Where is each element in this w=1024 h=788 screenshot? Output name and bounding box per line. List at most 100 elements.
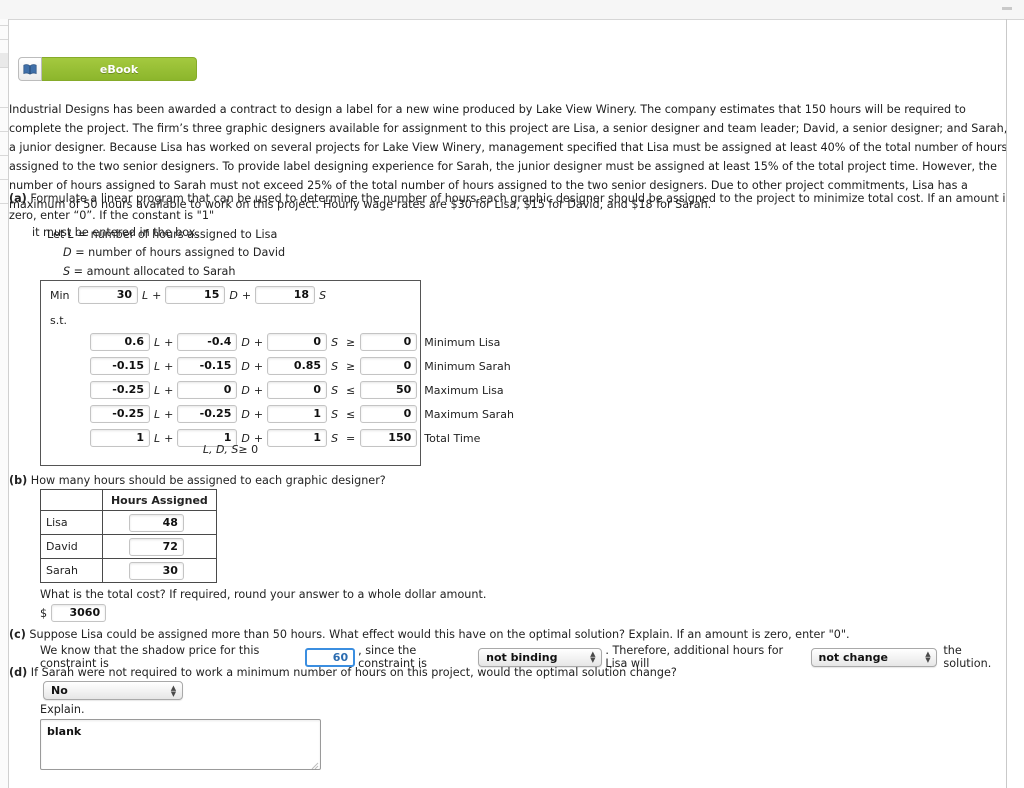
c2-var-L: L xyxy=(154,383,161,397)
c1-coef-S-input[interactable]: 0.85 xyxy=(267,357,328,375)
variable-L: L xyxy=(67,228,75,241)
variable-S: S xyxy=(63,264,71,278)
c0-var-S: S xyxy=(331,335,339,349)
c2-name: Maximum Lisa xyxy=(424,383,504,397)
variable-D: D xyxy=(63,246,72,260)
explain-textarea[interactable]: blank xyxy=(40,719,321,770)
resize-grip-icon[interactable] xyxy=(310,761,319,770)
left-collapsed-rail[interactable] xyxy=(0,19,9,788)
effect-select-value: not change xyxy=(818,650,888,664)
definition-sarah: S = amount allocated to Sarah xyxy=(63,263,285,281)
c1-var-L: L xyxy=(154,359,161,373)
optimal-change-select[interactable]: No ▲ ▼ xyxy=(43,681,183,700)
c3-name: Maximum Sarah xyxy=(424,407,514,421)
definition-lisa-text: = number of hours assigned to Lisa xyxy=(77,228,278,241)
part-c-text: Suppose Lisa could be assigned more than… xyxy=(29,628,850,641)
select-arrows-icon: ▲ ▼ xyxy=(925,650,931,664)
c3-coef-S-input[interactable]: 1 xyxy=(267,405,328,423)
c0-op-2: + xyxy=(253,335,264,349)
objective-var-D: D xyxy=(229,288,238,302)
select-arrows-icon: ▲ ▼ xyxy=(590,650,596,664)
lp-constraint-row: -0.25 L + 0 D + 0 S ≤ 50 Maximum Lisa xyxy=(90,381,504,399)
hours-table-header: Hours Assigned xyxy=(101,489,217,511)
row-label-sarah: Sarah xyxy=(40,558,103,583)
lp-constraint-row: 0.6 L + -0.4 D + 0 S ≥ 0 Minimum Lisa xyxy=(90,333,500,351)
objective-var-S: S xyxy=(319,288,327,302)
part-d-label: (d) xyxy=(9,666,28,679)
c0-coef-S-input[interactable]: 0 xyxy=(267,333,328,351)
c3-rhs-input[interactable]: 0 xyxy=(360,405,418,423)
c3-var-S: S xyxy=(331,407,339,421)
definition-david: D = number of hours assigned to David xyxy=(63,244,285,262)
lp-constraint-row: -0.25 L + -0.25 D + 1 S ≤ 0 Maximum Sara… xyxy=(90,405,514,423)
definition-lisa: Let L = number of hours assigned to Lisa xyxy=(47,226,285,244)
hours-input-lisa[interactable]: 48 xyxy=(128,513,184,532)
c2-op-2: + xyxy=(253,383,264,397)
row-label-david: David xyxy=(40,534,103,559)
table-header-row: Hours Assigned xyxy=(40,489,217,511)
scroll-handle-indicator[interactable] xyxy=(1002,7,1012,10)
lp-constraint-row: -0.15 L + -0.15 D + 0.85 S ≥ 0 Minimum S… xyxy=(90,357,511,375)
row-value-sarah-cell: 30 xyxy=(101,558,217,583)
objective-coef-L-input[interactable]: 30 xyxy=(78,286,138,304)
ebook-button-group[interactable]: eBook xyxy=(18,57,197,81)
c2-coef-L-input[interactable]: -0.25 xyxy=(90,381,150,399)
hours-input-david[interactable]: 72 xyxy=(128,537,184,556)
c2-coef-S-input[interactable]: 0 xyxy=(267,381,328,399)
linear-program-box: Min 30 L + 15 D + 18 S s.t. 0.6 L + -0.4… xyxy=(40,280,514,466)
nonnegativity-constraint: L, D, S≥ 0 xyxy=(41,443,420,456)
row-value-lisa-cell: 48 xyxy=(101,510,217,535)
c0-var-L: L xyxy=(154,335,161,349)
question-page: eBook Industrial Designs has been awarde… xyxy=(9,20,1006,788)
st-keyword: s.t. xyxy=(50,313,68,327)
part-d-block: (d) If Sarah were not required to work a… xyxy=(9,664,1006,681)
c1-relation: ≥ xyxy=(346,359,356,373)
c2-var-S: S xyxy=(331,383,339,397)
book-icon-button[interactable] xyxy=(18,57,42,81)
hours-input-sarah[interactable]: 30 xyxy=(128,561,184,580)
c3-op-2: + xyxy=(253,407,264,421)
total-cost-input[interactable]: 3060 xyxy=(51,604,107,622)
c1-var-D: D xyxy=(241,359,250,373)
c0-op-1: + xyxy=(164,335,174,349)
variable-definitions: Let L = number of hours assigned to Lisa… xyxy=(47,226,285,281)
top-chrome-strip xyxy=(0,0,1024,20)
right-border xyxy=(1006,19,1007,788)
c3-coef-D-input[interactable]: -0.25 xyxy=(177,405,238,423)
c1-var-S: S xyxy=(331,359,339,373)
row-label-lisa: Lisa xyxy=(40,510,103,535)
part-c-block: (c) Suppose Lisa could be assigned more … xyxy=(9,626,1006,643)
explain-label: Explain. xyxy=(40,703,85,716)
c0-relation: ≥ xyxy=(346,335,356,349)
part-b-block: (b) How many hours should be assigned to… xyxy=(9,472,1006,489)
total-cost-row: $ 3060 xyxy=(40,604,107,622)
c3-var-D: D xyxy=(241,407,250,421)
objective-coef-S-input[interactable]: 18 xyxy=(255,286,316,304)
part-a-text: Formulate a linear program that can be u… xyxy=(9,192,1006,222)
c0-coef-D-input[interactable]: -0.4 xyxy=(177,333,238,351)
dollar-sign: $ xyxy=(40,606,48,620)
objective-coef-D-input[interactable]: 15 xyxy=(165,286,226,304)
definition-sarah-text: = amount allocated to Sarah xyxy=(73,264,236,278)
objective-op-1: + xyxy=(152,288,162,302)
c3-coef-L-input[interactable]: -0.25 xyxy=(90,405,150,423)
c2-var-D: D xyxy=(241,383,250,397)
c1-rhs-input[interactable]: 0 xyxy=(360,357,418,375)
part-c-label: (c) xyxy=(9,628,26,641)
table-row: Lisa 48 xyxy=(40,510,217,535)
optimal-change-select-value: No xyxy=(51,684,68,697)
c1-op-1: + xyxy=(164,359,174,373)
c2-relation: ≤ xyxy=(346,383,356,397)
let-keyword: Let xyxy=(47,228,65,241)
c1-coef-D-input[interactable]: -0.15 xyxy=(177,357,238,375)
c3-op-1: + xyxy=(164,407,174,421)
c2-coef-D-input[interactable]: 0 xyxy=(177,381,238,399)
part-a-label: (a) xyxy=(9,192,27,205)
c0-coef-L-input[interactable]: 0.6 xyxy=(90,333,150,351)
c2-rhs-input[interactable]: 50 xyxy=(360,381,418,399)
c1-coef-L-input[interactable]: -0.15 xyxy=(90,357,150,375)
ebook-button-label[interactable]: eBook xyxy=(42,57,197,81)
c3-relation: ≤ xyxy=(346,407,356,421)
c0-rhs-input[interactable]: 0 xyxy=(360,333,418,351)
subject-to-keyword-row: s.t. xyxy=(50,311,67,329)
